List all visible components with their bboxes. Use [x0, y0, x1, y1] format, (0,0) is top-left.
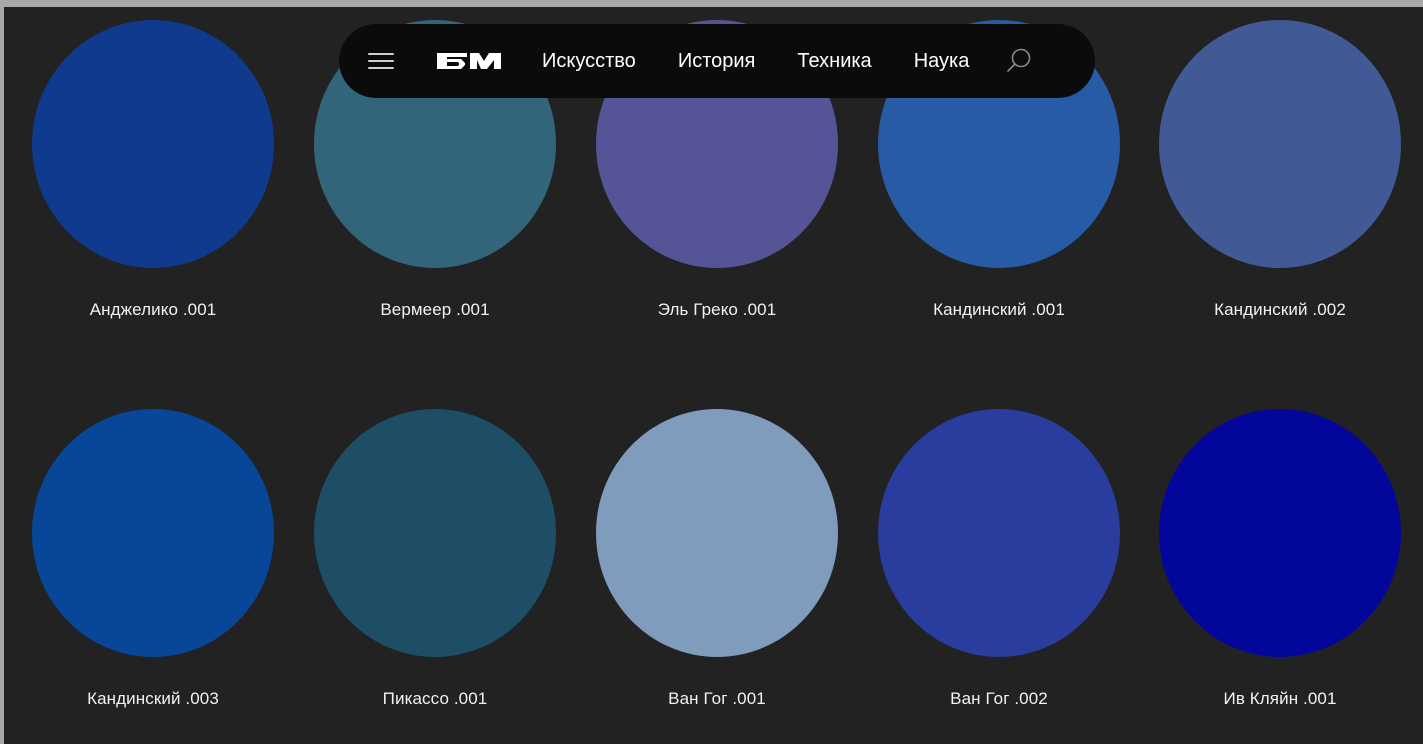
- swatch-label[interactable]: Кандинский .001: [858, 300, 1140, 320]
- color-circle[interactable]: [32, 409, 274, 657]
- nav-link-science[interactable]: Наука: [914, 49, 970, 73]
- top-navbar: Искусство История Техника Наука: [339, 24, 1095, 98]
- color-circle[interactable]: [32, 20, 274, 268]
- color-circle[interactable]: [314, 409, 556, 657]
- color-circle[interactable]: [878, 409, 1120, 657]
- swatch-label[interactable]: Ван Гог .002: [858, 689, 1140, 709]
- swatch-label[interactable]: Анджелико .001: [12, 300, 294, 320]
- swatch-label[interactable]: Кандинский .002: [1139, 300, 1421, 320]
- swatch-card[interactable]: Кандинский .003: [32, 409, 274, 729]
- swatch-label[interactable]: Ив Кляйн .001: [1139, 689, 1421, 709]
- swatch-label[interactable]: Вермеер .001: [294, 300, 576, 320]
- swatch-card[interactable]: Ив Кляйн .001: [1159, 409, 1401, 729]
- swatch-grid: Анджелико .001 Вермеер .001 Эль Греко .0…: [4, 7, 1423, 744]
- swatch-card[interactable]: Ван Гог .002: [878, 409, 1120, 729]
- nav-link-history[interactable]: История: [678, 49, 756, 73]
- logo-icon: [437, 53, 501, 69]
- search-icon[interactable]: [1004, 46, 1034, 76]
- color-circle[interactable]: [1159, 409, 1401, 657]
- color-circle[interactable]: [1159, 20, 1401, 268]
- swatch-label[interactable]: Ван Гог .001: [576, 689, 858, 709]
- color-circle[interactable]: [596, 409, 838, 657]
- swatch-card[interactable]: Анджелико .001: [32, 20, 274, 340]
- swatch-card[interactable]: Кандинский .002: [1159, 20, 1401, 340]
- swatch-label[interactable]: Пикассо .001: [294, 689, 576, 709]
- nav-link-art[interactable]: Искусство: [542, 49, 636, 73]
- swatch-card[interactable]: Пикассо .001: [314, 409, 556, 729]
- page: Анджелико .001 Вермеер .001 Эль Греко .0…: [4, 7, 1423, 744]
- nav-link-technology[interactable]: Техника: [797, 49, 871, 73]
- swatch-label[interactable]: Кандинский .003: [12, 689, 294, 709]
- hamburger-menu-icon[interactable]: [368, 51, 394, 71]
- swatch-card[interactable]: Ван Гог .001: [596, 409, 838, 729]
- site-logo[interactable]: [437, 51, 501, 71]
- swatch-label[interactable]: Эль Греко .001: [576, 300, 858, 320]
